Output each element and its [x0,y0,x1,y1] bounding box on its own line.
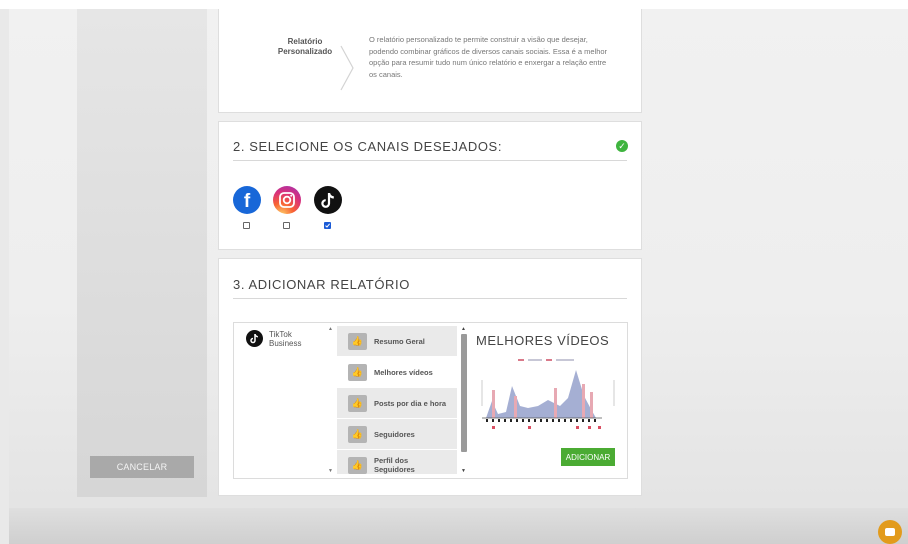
preview-title: MELHORES VÍDEOS [476,333,610,348]
scroll-up-icon[interactable]: ▲ [461,326,466,332]
thumbs-up-icon: 👍 [348,425,367,443]
channels-section-title: 2. SELECIONE OS CANAIS DESEJADOS: [233,139,503,154]
chat-bubble-icon[interactable] [878,520,902,544]
instagram-channel[interactable] [273,186,301,214]
network-scrollbar[interactable]: ▲ ▼ [327,326,334,474]
section-divider [233,298,627,299]
checkmark-icon [325,223,330,228]
add-report-section-title: 3. ADICIONAR RELATÓRIO [233,277,410,292]
network-label: TikTok Business [269,330,311,348]
report-item-seguidores[interactable]: 👍 Seguidores [337,419,457,450]
top-frame [0,0,908,9]
report-list: 👍 Resumo Geral 👍 Melhores vídeos 👍 Posts… [337,326,457,474]
report-type-label[interactable]: Relatório Personalizado [269,37,341,57]
report-item-posts-por-dia[interactable]: 👍 Posts por dia e hora [337,388,457,419]
report-item-resumo-geral[interactable]: 👍 Resumo Geral [337,326,457,357]
side-panel [77,9,207,497]
chevron-right-icon [340,45,354,91]
svg-text:f: f [244,191,251,212]
report-item-label: Resumo Geral [374,336,425,346]
report-list-scrollbar[interactable]: ▲ ▼ [460,326,468,474]
report-type-label-line2: Personalizado [277,47,333,56]
scroll-down-icon[interactable]: ▼ [328,468,333,474]
channels-card: 2. SELECIONE OS CANAIS DESEJADOS: ✓ f [218,121,642,250]
report-item-label: Perfil dos Seguidores [374,456,415,474]
scroll-thumb[interactable] [461,334,467,452]
scroll-up-icon[interactable]: ▲ [328,326,333,332]
section-divider [233,160,627,161]
report-type-description: O relatório personalizado te permite con… [369,35,608,79]
report-item-label: Seguidores [374,429,415,439]
tiktok-checkbox[interactable] [324,222,331,229]
report-item-perfil-seguidores[interactable]: 👍 Perfil dos Seguidores [337,450,457,474]
thumbs-up-icon: 👍 [348,363,367,381]
report-type-label-line1: Relatório [287,37,323,46]
tiktok-channel[interactable] [314,186,342,214]
facebook-icon: f [244,191,251,212]
check-circle-icon: ✓ [616,140,628,152]
add-report-button[interactable]: ADICIONAR [561,448,615,466]
facebook-checkbox[interactable] [243,222,250,229]
thumbs-up-icon: 👍 [348,332,367,350]
add-report-card: 3. ADICIONAR RELATÓRIO TikTok Business ▲… [218,258,642,496]
report-item-label: Posts por dia e hora [374,398,447,408]
facebook-channel[interactable]: f [233,186,261,214]
thumbs-up-icon: 👍 [348,456,367,474]
thumbs-up-icon: 👍 [348,394,367,412]
report-item-melhores-videos[interactable]: 👍 Melhores vídeos [337,357,457,388]
tiktok-icon [246,330,263,347]
instagram-checkbox[interactable] [283,222,290,229]
cancel-button[interactable]: CANCELAR [90,456,194,478]
bottom-bar [9,508,908,544]
network-label-line1: TikTok [269,330,292,339]
tiktok-icon [321,193,334,208]
instagram-icon [279,192,295,208]
chart-preview-thumbnail [481,359,615,429]
scroll-down-icon[interactable]: ▼ [461,468,466,474]
network-label-line2: Business [269,339,302,348]
report-item-label: Melhores vídeos [374,367,433,377]
report-type-card: Relatório Personalizado O relatório pers… [218,9,642,113]
report-builder: TikTok Business ▲ ▼ 👍 Resumo Geral 👍 Mel… [233,322,628,479]
network-item-tiktok[interactable]: TikTok Business [246,330,311,348]
